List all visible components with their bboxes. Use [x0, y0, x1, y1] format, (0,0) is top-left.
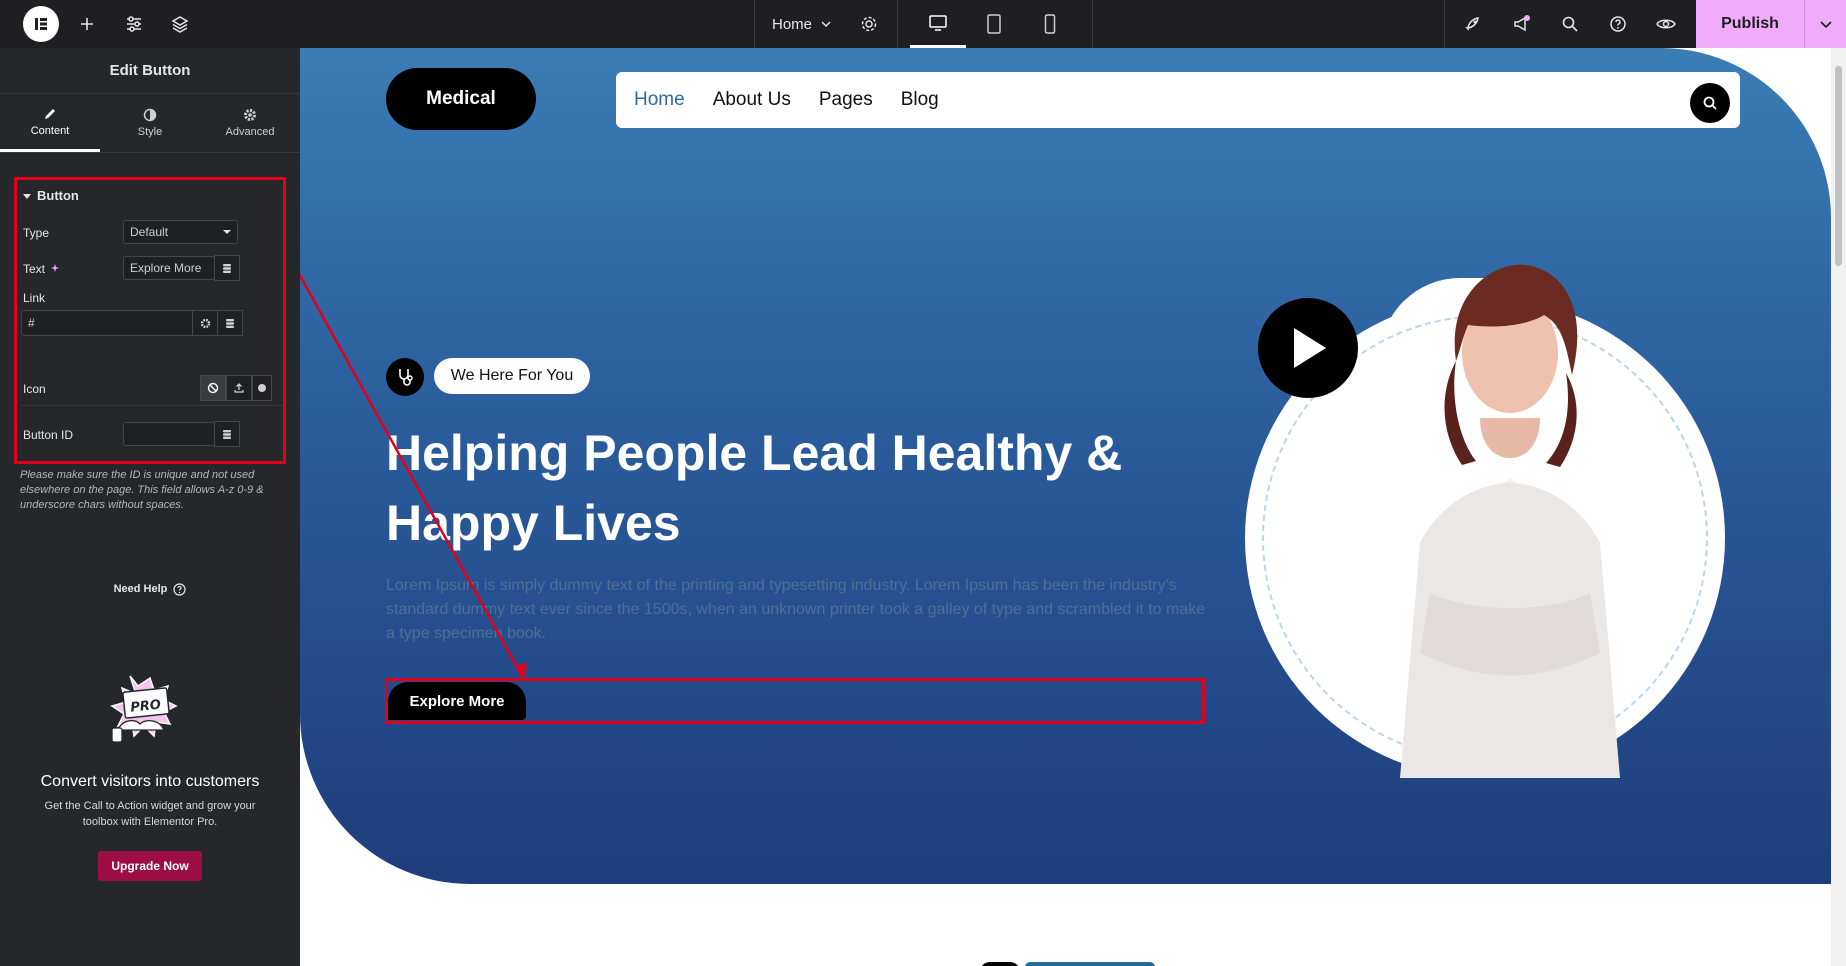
tab-advanced[interactable]: Advanced — [200, 94, 300, 152]
dynamic-tags-button[interactable] — [214, 255, 240, 281]
search-icon — [1703, 96, 1717, 110]
icon-label: Icon — [23, 382, 46, 396]
link-input[interactable]: # — [21, 310, 193, 336]
gear-icon — [200, 318, 210, 328]
editor-topbar: Home Publish — [0, 0, 1846, 48]
layers-icon[interactable] — [168, 12, 192, 36]
section-title: Button — [37, 188, 79, 203]
type-label: Type — [23, 226, 50, 240]
page-canvas: Medical Home About Us Pages Blog We Here… — [300, 48, 1831, 966]
circle-icon — [258, 384, 266, 392]
topbar-divider — [754, 0, 755, 48]
database-icon — [223, 429, 231, 439]
edit-panel: Edit Button Content Style Advanced Butto… — [0, 48, 300, 966]
icon-library-button[interactable] — [252, 375, 272, 401]
database-icon — [226, 318, 234, 328]
text-label-row: Text — [23, 262, 61, 276]
type-select[interactable]: Default — [123, 220, 238, 244]
question-circle-icon — [173, 583, 186, 596]
caret-down-icon — [23, 193, 31, 199]
link-dynamic-tags-button[interactable] — [217, 310, 243, 336]
desktop-view-icon[interactable] — [910, 0, 966, 48]
promo-pro-badge: PRO — [130, 697, 162, 715]
button-id-dynamic-tags-button[interactable] — [214, 421, 240, 447]
text-value: Explore More — [130, 261, 202, 275]
section-header[interactable]: Button — [23, 188, 79, 203]
caret-down-icon — [223, 230, 231, 234]
canvas-scrollbar[interactable] — [1831, 48, 1846, 966]
upgrade-now-button[interactable]: Upgrade Now — [98, 851, 202, 881]
page-settings-gear-icon[interactable] — [857, 12, 881, 36]
contrast-icon — [143, 108, 157, 122]
add-element-icon[interactable] — [75, 12, 99, 36]
page-selector[interactable]: Home — [772, 0, 832, 48]
elementor-logo-icon[interactable] — [23, 6, 59, 42]
icon-upload-button[interactable] — [226, 375, 252, 401]
preview-eye-icon[interactable] — [1654, 12, 1678, 36]
button-id-input[interactable] — [123, 422, 215, 446]
icon-none-button[interactable] — [200, 375, 226, 401]
tab-style-label: Style — [137, 126, 163, 138]
scrollbar-thumb[interactable] — [1835, 66, 1842, 266]
tab-content-label: Content — [30, 124, 70, 137]
page-name: Home — [772, 15, 813, 33]
field-divider — [21, 405, 283, 406]
next-section-badge — [1025, 962, 1155, 966]
doctor-portrait-image[interactable] — [1360, 243, 1660, 778]
panel-tabs: Content Style Advanced — [0, 94, 300, 153]
tab-style[interactable]: Style — [100, 94, 200, 152]
type-value: Default — [130, 225, 169, 239]
tab-advanced-label: Advanced — [225, 126, 275, 138]
ban-icon — [207, 382, 219, 394]
help-icon[interactable] — [1606, 12, 1630, 36]
chevron-down-icon — [1819, 21, 1832, 29]
ai-sparkle-icon[interactable] — [50, 263, 61, 275]
topbar-divider — [1092, 0, 1093, 48]
publish-button[interactable]: Publish — [1696, 0, 1804, 48]
next-section-icon — [980, 962, 1020, 966]
search-icon[interactable] — [1558, 12, 1582, 36]
button-id-hint: Please make sure the ID is unique and no… — [20, 469, 264, 511]
link-label: Link — [23, 291, 46, 305]
button-section: Button Type Default Text Explore More Li… — [14, 177, 286, 464]
publish-options-button[interactable] — [1804, 0, 1846, 48]
need-help-label: Need Help — [113, 583, 168, 595]
rocket-icon[interactable] — [1461, 12, 1485, 36]
link-options-button[interactable] — [192, 310, 218, 336]
gear-icon — [244, 109, 256, 121]
notifications-megaphone-icon[interactable] — [1510, 12, 1534, 36]
button-id-label: Button ID — [23, 428, 74, 442]
tablet-view-icon[interactable] — [966, 0, 1022, 48]
topbar-divider — [897, 0, 898, 48]
mobile-view-icon[interactable] — [1022, 0, 1078, 48]
topbar-divider — [1444, 0, 1445, 48]
site-settings-icon[interactable] — [122, 12, 146, 36]
upload-icon — [234, 383, 244, 393]
annotation-arrow — [300, 272, 527, 680]
tab-content[interactable]: Content — [0, 94, 100, 152]
text-input[interactable]: Explore More — [123, 256, 215, 280]
chevron-down-icon — [821, 21, 831, 28]
pro-promo-illustration: PRO — [100, 668, 200, 748]
promo-text: Get the Call to Action widget and grow y… — [44, 800, 256, 828]
link-value: # — [28, 316, 35, 330]
nav-search-button[interactable] — [1690, 83, 1730, 123]
text-label: Text — [23, 262, 46, 276]
panel-title: Edit Button — [0, 48, 300, 94]
database-icon — [223, 263, 231, 273]
need-help-link[interactable]: Need Help — [0, 583, 300, 596]
promo-title: Convert visitors into customers — [40, 773, 260, 790]
pencil-icon — [45, 108, 55, 119]
